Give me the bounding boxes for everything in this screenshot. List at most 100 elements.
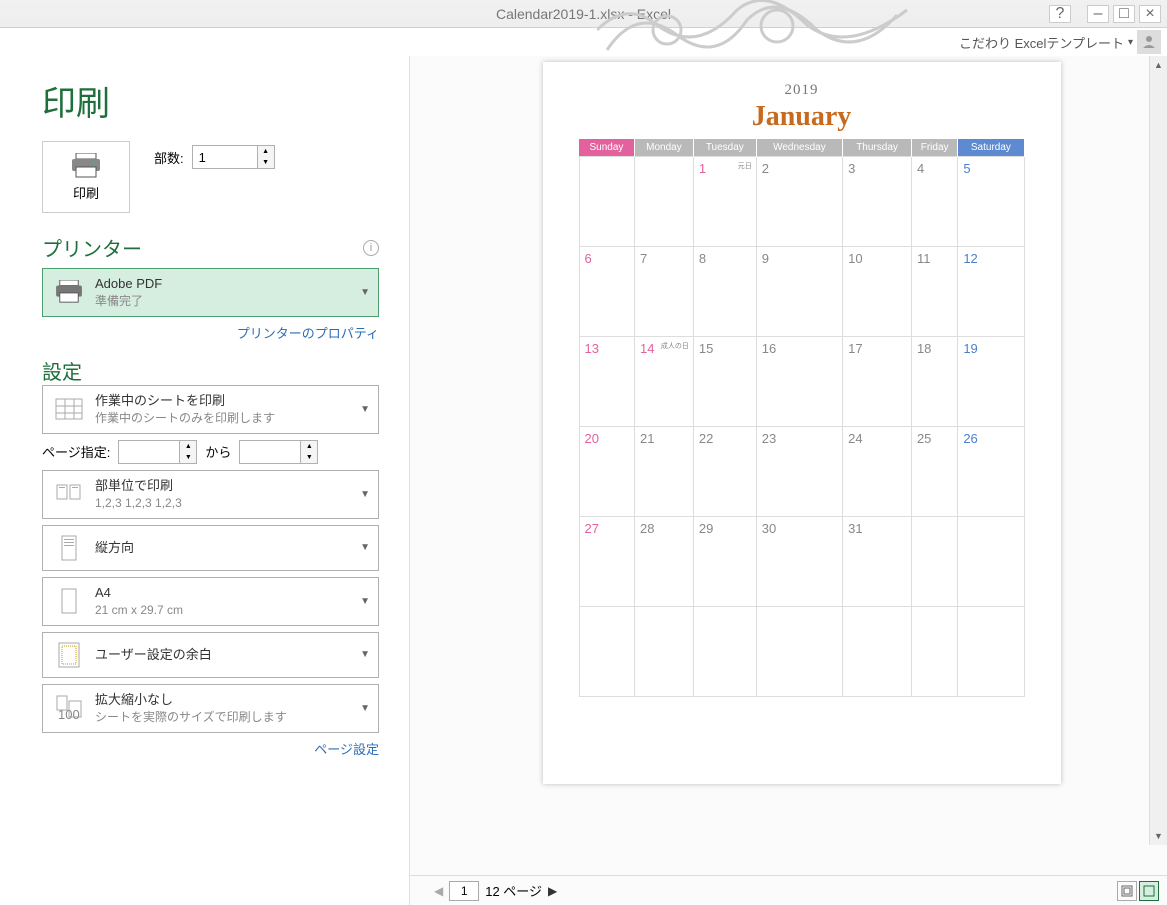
chevron-down-icon: ▼ bbox=[360, 703, 370, 714]
page-setup-link[interactable]: ページ設定 bbox=[314, 742, 379, 757]
printer-section-title: プリンター bbox=[42, 233, 142, 262]
calendar-year: 2019 bbox=[579, 82, 1025, 99]
scaling-dropdown[interactable]: 100 拡大縮小なし シートを実際のサイズで印刷します ▼ bbox=[42, 684, 379, 733]
calendar-cell: 20 bbox=[579, 427, 634, 517]
page-to-input[interactable] bbox=[240, 441, 300, 463]
calendar-cell bbox=[756, 607, 842, 697]
calendar-cell: 24 bbox=[843, 427, 912, 517]
account-name[interactable]: こだわり Excelテンプレート bbox=[959, 33, 1124, 52]
chevron-down-icon: ▼ bbox=[360, 649, 370, 660]
printer-dropdown[interactable]: Adobe PDF 準備完了 ▼ bbox=[42, 268, 379, 317]
calendar-cell: 19 bbox=[958, 337, 1024, 427]
scaling-desc: シートを実際のサイズで印刷します bbox=[95, 709, 350, 726]
paper-dropdown[interactable]: A4 21 cm x 29.7 cm ▼ bbox=[42, 577, 379, 626]
calendar-cell: 13 bbox=[579, 337, 634, 427]
close-icon[interactable]: × bbox=[1139, 5, 1161, 23]
print-button-label: 印刷 bbox=[73, 183, 99, 202]
page-to-spinner[interactable]: ▲▼ bbox=[239, 440, 318, 464]
paper-desc: 21 cm x 29.7 cm bbox=[95, 602, 350, 619]
zoom-page-button[interactable] bbox=[1139, 881, 1159, 901]
prev-page-icon[interactable]: ◀ bbox=[434, 884, 443, 898]
calendar-cell: 5 bbox=[958, 157, 1024, 247]
vertical-scrollbar[interactable]: ▲ ▼ bbox=[1149, 56, 1167, 845]
calendar-cell: 27 bbox=[579, 517, 634, 607]
printer-properties-link[interactable]: プリンターのプロパティ bbox=[237, 326, 379, 341]
day-header: Saturday bbox=[958, 139, 1024, 157]
scroll-down-icon[interactable]: ▼ bbox=[1150, 827, 1167, 845]
holiday-name: 元日 bbox=[738, 161, 752, 171]
preview-pager: ◀ 12 ページ ▶ bbox=[410, 875, 1167, 905]
calendar-cell: 25 bbox=[911, 427, 957, 517]
calendar-cell: 22 bbox=[693, 427, 756, 517]
collate-dropdown[interactable]: 部単位で印刷 1,2,3 1,2,3 1,2,3 ▼ bbox=[42, 470, 379, 519]
page-from-input[interactable] bbox=[119, 441, 179, 463]
spinner-down-icon[interactable]: ▼ bbox=[180, 452, 196, 463]
info-icon[interactable]: i bbox=[363, 240, 379, 256]
spinner-up-icon[interactable]: ▲ bbox=[301, 441, 317, 452]
day-header: Friday bbox=[911, 139, 957, 157]
calendar-cell bbox=[579, 157, 634, 247]
calendar-cell: 11 bbox=[911, 247, 957, 337]
window-title: Calendar2019-1.xlsx - Excel bbox=[496, 6, 671, 22]
svg-text:100: 100 bbox=[58, 707, 80, 721]
copies-input[interactable] bbox=[193, 146, 257, 168]
avatar[interactable] bbox=[1137, 30, 1161, 54]
next-page-icon[interactable]: ▶ bbox=[548, 884, 557, 898]
page-from-spinner[interactable]: ▲▼ bbox=[118, 440, 197, 464]
paper-label: A4 bbox=[95, 584, 350, 602]
help-icon[interactable]: ? bbox=[1049, 5, 1071, 23]
chevron-down-icon: ▼ bbox=[360, 489, 370, 500]
calendar-cell bbox=[634, 607, 693, 697]
spinner-up-icon[interactable]: ▲ bbox=[180, 441, 196, 452]
show-margins-button[interactable] bbox=[1117, 881, 1137, 901]
print-button[interactable]: 印刷 bbox=[42, 141, 130, 213]
calendar-cell: 3 bbox=[843, 157, 912, 247]
spinner-up-icon[interactable]: ▲ bbox=[258, 146, 274, 157]
orientation-dropdown[interactable]: 縦方向 ▼ bbox=[42, 525, 379, 571]
scroll-up-icon[interactable]: ▲ bbox=[1150, 56, 1167, 74]
preview-page: 2019 January SundayMondayTuesdayWednesda… bbox=[543, 62, 1061, 784]
holiday-name: 成人の日 bbox=[661, 341, 689, 351]
print-what-dropdown[interactable]: 作業中のシートを印刷 作業中のシートのみを印刷します ▼ bbox=[42, 385, 379, 434]
scaling-label: 拡大縮小なし bbox=[95, 691, 350, 709]
total-pages: 12 ページ bbox=[485, 881, 542, 900]
portrait-icon bbox=[53, 532, 85, 564]
calendar-cell: 10 bbox=[843, 247, 912, 337]
calendar-cell: 7 bbox=[634, 247, 693, 337]
calendar-cell: 12 bbox=[958, 247, 1024, 337]
day-header: Monday bbox=[634, 139, 693, 157]
printer-status: 準備完了 bbox=[95, 293, 350, 310]
calendar-cell bbox=[579, 607, 634, 697]
calendar-cell: 2 bbox=[756, 157, 842, 247]
page-to-label: から bbox=[205, 442, 231, 461]
calendar-cell: 28 bbox=[634, 517, 693, 607]
calendar-cell bbox=[958, 607, 1024, 697]
collate-label: 部単位で印刷 bbox=[95, 477, 350, 495]
calendar-cell bbox=[843, 607, 912, 697]
calendar-cell: 21 bbox=[634, 427, 693, 517]
calendar-cell: 31 bbox=[843, 517, 912, 607]
calendar-cell: 6 bbox=[579, 247, 634, 337]
copies-spinner[interactable]: ▲▼ bbox=[192, 145, 275, 169]
calendar-table: SundayMondayTuesdayWednesdayThursdayFrid… bbox=[579, 139, 1025, 697]
account-bar: こだわり Excelテンプレート ▾ bbox=[0, 28, 1167, 56]
titlebar: Calendar2019-1.xlsx - Excel ? – □ × bbox=[0, 0, 1167, 28]
chevron-down-icon: ▼ bbox=[360, 287, 370, 298]
orientation-label: 縦方向 bbox=[95, 539, 350, 557]
current-page-input[interactable] bbox=[449, 881, 479, 901]
day-header: Thursday bbox=[843, 139, 912, 157]
calendar-cell: 17 bbox=[843, 337, 912, 427]
calendar-cell: 4 bbox=[911, 157, 957, 247]
calendar-cell: 15 bbox=[693, 337, 756, 427]
spinner-down-icon[interactable]: ▼ bbox=[258, 157, 274, 168]
calendar-cell: 26 bbox=[958, 427, 1024, 517]
spinner-down-icon[interactable]: ▼ bbox=[301, 452, 317, 463]
calendar-cell bbox=[958, 517, 1024, 607]
calendar-cell: 9 bbox=[756, 247, 842, 337]
maximize-icon[interactable]: □ bbox=[1113, 5, 1135, 23]
minimize-icon[interactable]: – bbox=[1087, 5, 1109, 23]
scale-icon: 100 bbox=[53, 692, 85, 724]
chevron-down-icon: ▼ bbox=[360, 404, 370, 415]
account-chevron-icon[interactable]: ▾ bbox=[1128, 37, 1133, 48]
margins-dropdown[interactable]: ユーザー設定の余白 ▼ bbox=[42, 632, 379, 678]
